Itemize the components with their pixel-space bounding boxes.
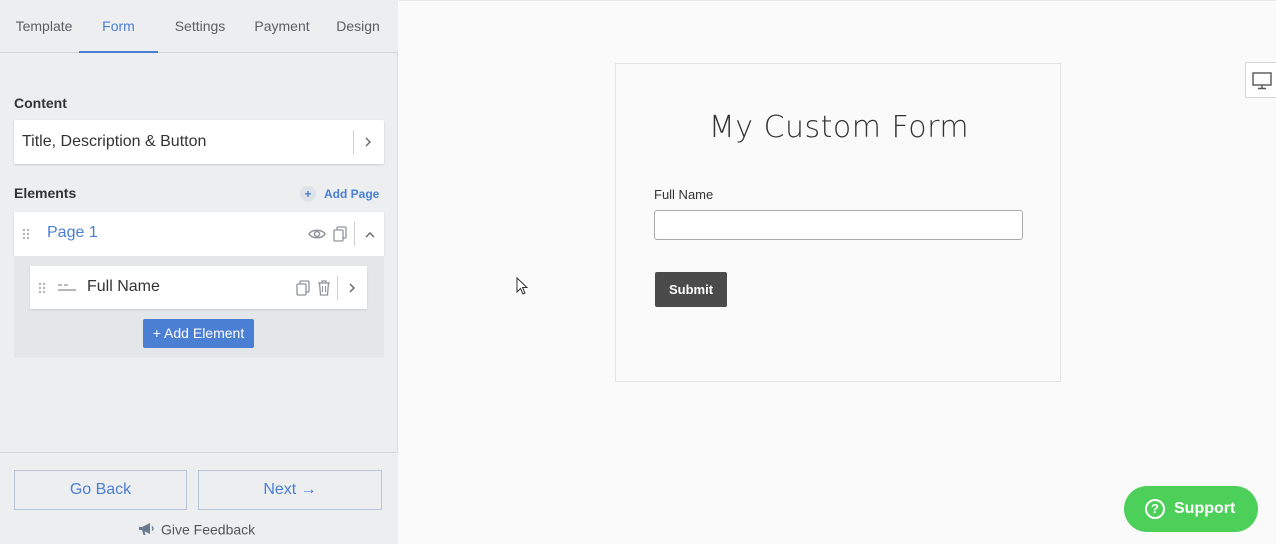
next-button[interactable]: Next → bbox=[198, 470, 382, 510]
divider bbox=[337, 276, 338, 300]
eye-icon[interactable] bbox=[308, 227, 326, 241]
support-label: Support bbox=[1174, 500, 1236, 517]
full-name-input[interactable] bbox=[654, 210, 1023, 240]
tab-design[interactable]: Design bbox=[326, 0, 390, 53]
tab-settings[interactable]: Settings bbox=[162, 0, 238, 53]
copy-icon[interactable] bbox=[333, 226, 347, 242]
add-element-button[interactable]: + Add Element bbox=[143, 319, 254, 348]
sidebar-footer: Go Back Next → Give Feedback bbox=[0, 452, 398, 544]
page-header[interactable]: Page 1 bbox=[14, 212, 384, 256]
divider bbox=[354, 222, 355, 246]
mouse-cursor-icon bbox=[516, 277, 529, 295]
content-value: Title, Description & Button bbox=[22, 133, 207, 150]
divider bbox=[353, 130, 354, 154]
tab-template[interactable]: Template bbox=[0, 0, 88, 53]
submit-button[interactable]: Submit bbox=[655, 272, 727, 307]
desktop-icon bbox=[1252, 72, 1272, 90]
element-item-full-name[interactable]: Full Name bbox=[30, 266, 367, 309]
add-page-button[interactable]: + Add Page bbox=[300, 186, 379, 204]
elements-heading: Elements bbox=[14, 185, 77, 201]
give-feedback-label: Give Feedback bbox=[161, 521, 256, 538]
form-preview: My Custom Form Full Name Submit bbox=[615, 63, 1061, 382]
drag-handle-icon[interactable] bbox=[22, 228, 30, 240]
go-back-button[interactable]: Go Back bbox=[14, 470, 187, 510]
page-body: Full Name + Add Element bbox=[14, 256, 384, 358]
form-preview-canvas: My Custom Form Full Name Submit ? Suppor… bbox=[399, 0, 1276, 544]
chevron-up-icon[interactable] bbox=[365, 231, 375, 238]
element-title: Full Name bbox=[87, 278, 160, 295]
support-button[interactable]: ? Support bbox=[1124, 486, 1258, 532]
sidebar: Template Form Settings Payment Design Co… bbox=[0, 0, 398, 544]
tab-form[interactable]: Form bbox=[79, 0, 158, 53]
chevron-right-icon[interactable] bbox=[349, 283, 356, 293]
tab-payment[interactable]: Payment bbox=[242, 0, 322, 53]
full-name-label: Full Name bbox=[654, 187, 714, 202]
trash-icon[interactable] bbox=[317, 280, 331, 296]
form-title: My Custom Form bbox=[708, 110, 970, 145]
tab-bar: Template Form Settings Payment Design bbox=[0, 0, 398, 53]
content-heading: Content bbox=[14, 95, 67, 111]
desktop-preview-button[interactable] bbox=[1245, 62, 1276, 98]
content-selector[interactable]: Title, Description & Button bbox=[14, 120, 384, 164]
page-title: Page 1 bbox=[47, 224, 98, 241]
add-page-label: Add Page bbox=[324, 187, 380, 201]
give-feedback-link[interactable]: Give Feedback bbox=[138, 520, 255, 537]
drag-handle-icon[interactable] bbox=[38, 282, 46, 294]
text-field-icon bbox=[58, 284, 76, 291]
copy-icon[interactable] bbox=[296, 280, 310, 296]
megaphone-icon bbox=[139, 523, 154, 536]
help-icon: ? bbox=[1145, 499, 1165, 519]
chevron-right-icon bbox=[365, 137, 371, 147]
plus-icon: + bbox=[300, 186, 316, 202]
